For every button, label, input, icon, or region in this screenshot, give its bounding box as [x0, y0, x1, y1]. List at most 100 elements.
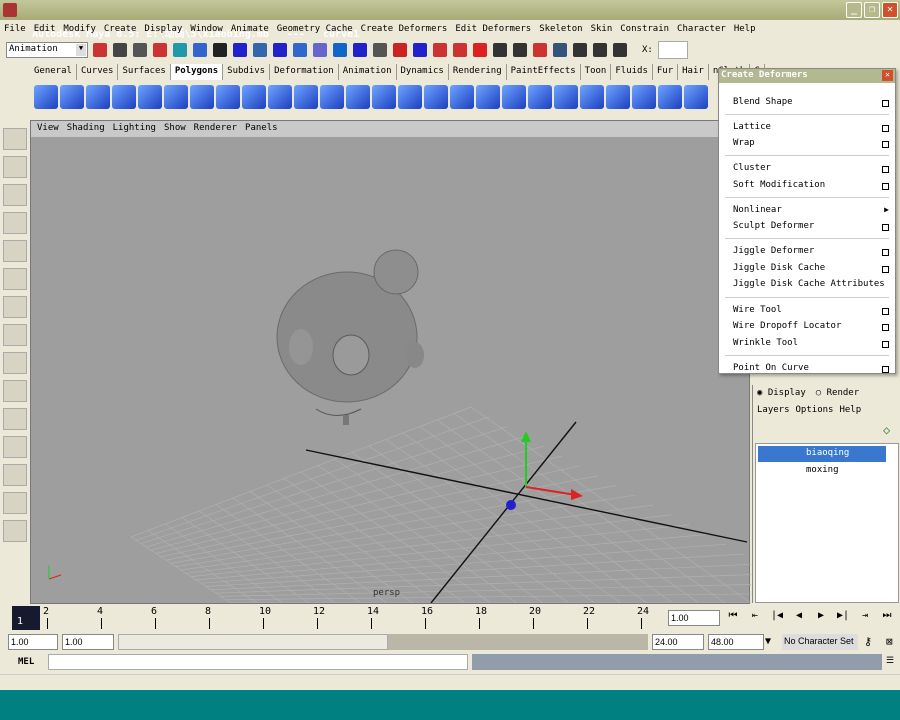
deformer-item-wrap[interactable]: Wrap	[733, 138, 755, 148]
step-forward-frame-icon[interactable]: ⇥	[856, 610, 874, 626]
menu-skin[interactable]: Skin	[591, 24, 613, 38]
display-radio[interactable]: ◉ Display	[757, 388, 806, 398]
layers-menu-help[interactable]: Help	[839, 405, 861, 415]
shelf-polygon-tool-icon[interactable]	[34, 85, 58, 109]
range-handle[interactable]	[118, 634, 388, 650]
toolbar-tool-icon[interactable]	[373, 43, 387, 57]
deformer-item-nonlinear[interactable]: Nonlinear	[733, 205, 782, 215]
shelf-tab-curves[interactable]: Curves	[77, 64, 119, 80]
shelf-polygon-tool-icon[interactable]	[554, 85, 578, 109]
deformer-item-jiggle-disk-cache-attributes[interactable]: Jiggle Disk Cache Attributes	[733, 279, 885, 289]
layer-item-biaoqing[interactable]: biaoqing	[758, 446, 886, 462]
start-time-field[interactable]: 1.00	[8, 634, 58, 650]
layer-item-moxing[interactable]: moxing	[758, 463, 886, 479]
menu-skeleton[interactable]: Skeleton	[539, 24, 582, 38]
viewport-menu-shading[interactable]: Shading	[67, 123, 105, 135]
toolbar-tool-icon[interactable]	[233, 43, 247, 57]
toolbar-tool-icon[interactable]	[313, 43, 327, 57]
chevron-down-icon[interactable]: ▼	[765, 636, 771, 647]
deformer-item-cluster[interactable]: Cluster	[733, 163, 771, 173]
shelf-polygon-tool-icon[interactable]	[112, 85, 136, 109]
playback-end-field[interactable]: 24.00	[652, 634, 704, 650]
mode-select[interactable]: Animation ▼	[6, 42, 88, 58]
toolbar-tool-icon[interactable]	[193, 43, 207, 57]
toolbar-tool-icon[interactable]	[133, 43, 147, 57]
option-box-icon[interactable]	[882, 100, 889, 107]
toolbar-tool-icon[interactable]	[93, 43, 107, 57]
toolbar-tool-icon[interactable]	[573, 43, 587, 57]
shelf-tab-rendering[interactable]: Rendering	[449, 64, 507, 80]
shelf-polygon-tool-icon[interactable]	[372, 85, 396, 109]
new-layer-icon[interactable]: ◇	[883, 423, 899, 437]
layout-outliner-icon[interactable]	[3, 436, 27, 458]
play-forward-icon[interactable]: ▶	[812, 610, 830, 626]
paint-select-icon[interactable]	[3, 184, 27, 206]
time-slider[interactable]: 1 2 4 6 8 10 12 14 16 18 20 22 24 1.00 ⏮ ⇤ |◀ ◀ ▶ ▶| ⇥ ⏭	[0, 604, 900, 632]
shelf-polygon-tool-icon[interactable]	[60, 85, 84, 109]
last-tool-icon[interactable]	[3, 352, 27, 374]
toolbar-tool-icon[interactable]	[613, 43, 627, 57]
shelf-polygon-tool-icon[interactable]	[632, 85, 656, 109]
shelf-polygon-tool-icon[interactable]	[684, 85, 708, 109]
script-editor-icon[interactable]: ☰	[886, 656, 894, 666]
shelf-polygon-tool-icon[interactable]	[502, 85, 526, 109]
toolbar-tool-icon[interactable]	[593, 43, 607, 57]
shelf-tab-deformation[interactable]: Deformation	[270, 64, 339, 80]
viewport-menu-lighting[interactable]: Lighting	[113, 123, 156, 135]
command-input[interactable]	[48, 654, 468, 670]
viewport-menu-renderer[interactable]: Renderer	[194, 123, 237, 135]
deformer-item-blend-shape[interactable]: Blend Shape	[733, 97, 793, 107]
shelf-polygon-tool-icon[interactable]	[86, 85, 110, 109]
shelf-tab-dynamics[interactable]: Dynamics	[397, 64, 449, 80]
key-icon[interactable]: ⚷	[864, 635, 872, 648]
toolbar-tool-icon[interactable]	[333, 43, 347, 57]
shelf-polygon-tool-icon[interactable]	[398, 85, 422, 109]
shelf-tab-fluids[interactable]: Fluids	[611, 64, 653, 80]
current-time-field[interactable]: 1.00	[668, 610, 720, 626]
option-box-icon[interactable]	[882, 266, 889, 273]
deformer-item-point-on-curve[interactable]: Point On Curve	[733, 363, 809, 373]
close-icon[interactable]: ✕	[882, 70, 893, 81]
toolbar-tool-icon[interactable]	[213, 43, 227, 57]
range-track[interactable]	[118, 634, 648, 650]
shelf-polygon-tool-icon[interactable]	[580, 85, 604, 109]
viewport-menu-show[interactable]: Show	[164, 123, 186, 135]
toolbar-tool-icon[interactable]	[513, 43, 527, 57]
shelf-tab-hair[interactable]: Hair	[678, 64, 709, 80]
deformer-item-wire-dropoff-locator[interactable]: Wire Dropoff Locator	[733, 321, 841, 331]
shelf-polygon-tool-icon[interactable]	[216, 85, 240, 109]
current-frame-marker[interactable]: 1	[12, 606, 40, 630]
menu-constrain[interactable]: Constrain	[620, 24, 669, 38]
maximize-button[interactable]: ❐	[864, 2, 880, 18]
step-back-key-icon[interactable]: |◀	[768, 610, 786, 626]
toolbar-tool-icon[interactable]	[413, 43, 427, 57]
shelf-polygon-tool-icon[interactable]	[450, 85, 474, 109]
deformer-item-jiggle-disk-cache[interactable]: Jiggle Disk Cache	[733, 263, 825, 273]
close-button[interactable]: ✕	[882, 2, 898, 18]
shelf-polygon-tool-icon[interactable]	[190, 85, 214, 109]
option-box-icon[interactable]	[882, 183, 889, 190]
toolbar-tool-icon[interactable]	[273, 43, 287, 57]
shelf-tab-toon[interactable]: Toon	[581, 64, 612, 80]
toolbar-tool-icon[interactable]	[393, 43, 407, 57]
menu-animate[interactable]: Animate	[231, 24, 269, 38]
x-input[interactable]	[657, 41, 688, 59]
shelf-tab-polygons[interactable]: Polygons	[170, 64, 224, 80]
soft-mod-icon[interactable]	[3, 324, 27, 346]
layers-menu-options[interactable]: Options	[796, 405, 834, 415]
lasso-tool-icon[interactable]	[3, 156, 27, 178]
shelf-tab-general[interactable]: General	[30, 64, 77, 80]
option-box-icon[interactable]	[882, 141, 889, 148]
manipulator-icon[interactable]	[3, 296, 27, 318]
layout-hypershade-icon[interactable]	[3, 492, 27, 514]
menu-edit-deformers[interactable]: Edit Deformers	[455, 24, 531, 38]
toolbar-tool-icon[interactable]	[253, 43, 267, 57]
viewport-persp[interactable]: View Shading Lighting Show Renderer Panels pe…	[30, 120, 751, 604]
deformer-item-jiggle-deformer[interactable]: Jiggle Deformer	[733, 246, 814, 256]
option-box-icon[interactable]	[882, 249, 889, 256]
toolbar-tool-icon[interactable]	[533, 43, 547, 57]
toolbar-tool-icon[interactable]	[433, 43, 447, 57]
step-forward-key-icon[interactable]: ▶|	[834, 610, 852, 626]
option-box-icon[interactable]	[882, 224, 889, 231]
shelf-tab-subdivs[interactable]: Subdivs	[223, 64, 271, 80]
